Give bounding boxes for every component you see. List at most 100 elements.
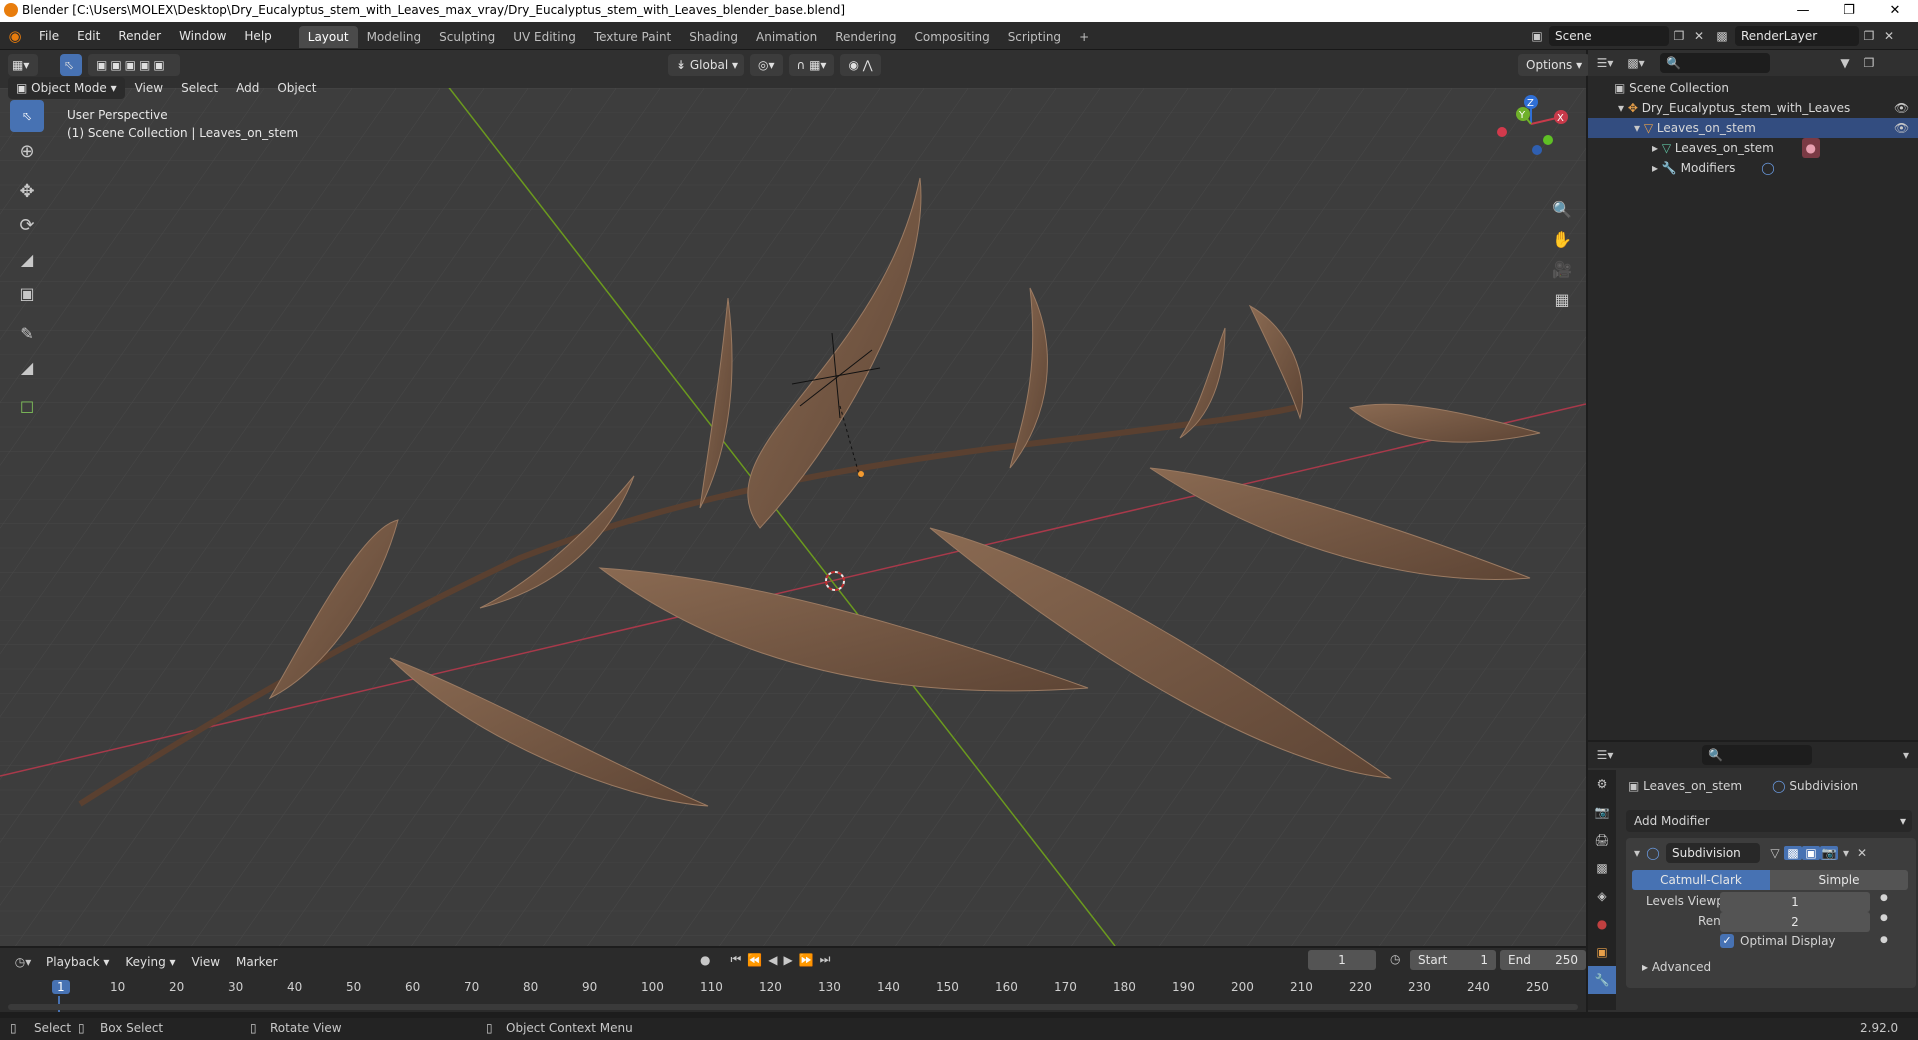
modifier-menu-icon[interactable]: ▾ xyxy=(1838,846,1854,860)
ortho-grid-icon[interactable]: ▦ xyxy=(1548,290,1576,320)
add-modifier-dropdown[interactable]: Add Modifier ▾ xyxy=(1626,810,1912,832)
collapse-chevron-icon[interactable]: ▾ xyxy=(1630,846,1644,860)
current-frame-marker[interactable]: 1 xyxy=(52,980,70,994)
tab-animation[interactable]: Animation xyxy=(747,26,826,48)
render-layer-field[interactable]: RenderLayer xyxy=(1735,26,1859,46)
filter-icon[interactable]: ▼ xyxy=(1832,56,1858,70)
tab-texture-paint[interactable]: Texture Paint xyxy=(585,26,680,48)
modifier-tab-icon[interactable]: 🔧 xyxy=(1588,966,1616,994)
menu-window[interactable]: Window xyxy=(170,22,235,50)
restore-button[interactable]: ❐ xyxy=(1826,0,1872,22)
expand-chevron-icon[interactable]: ▸ xyxy=(1652,158,1658,178)
eye-icon[interactable]: 👁 xyxy=(1894,118,1909,138)
navigation-gizmo[interactable]: Z X Y xyxy=(1486,92,1576,162)
outliner-row-mesh-data[interactable]: ▸ ▽ Leaves_on_stem ● xyxy=(1588,138,1918,158)
proportional-edit-icon[interactable]: ◉ ⋀ xyxy=(840,54,881,76)
minimize-button[interactable]: — xyxy=(1780,0,1826,22)
outliner-row-scene-collection[interactable]: ▣ Scene Collection xyxy=(1588,78,1918,98)
editor-type-icon[interactable]: ▦▾ xyxy=(8,54,38,76)
tool-tab-icon[interactable]: ⚙ xyxy=(1588,770,1616,798)
tab-modeling[interactable]: Modeling xyxy=(358,26,431,48)
expand-chevron-icon[interactable]: ▾ xyxy=(1634,118,1640,138)
tab-scripting[interactable]: Scripting xyxy=(999,26,1070,48)
menu-help[interactable]: Help xyxy=(235,22,280,50)
measure-tool-icon[interactable]: ◢ xyxy=(10,352,44,384)
keyframe-dot-icon[interactable]: ● xyxy=(1880,913,1888,923)
properties-menu-icon[interactable]: ▾ xyxy=(1896,748,1916,762)
selection-mode-icons[interactable]: ▣▣▣▣▣ xyxy=(88,54,180,76)
new-scene-icon[interactable]: ❐ xyxy=(1669,29,1689,43)
timeline-ruler[interactable]: 1 10 20 30 40 50 60 70 80 90 100 110 120 130 140 150 160… xyxy=(0,948,1586,1012)
scale-tool-icon[interactable]: ◢ xyxy=(10,244,44,276)
camera-view-icon[interactable]: 🎥 xyxy=(1548,260,1576,290)
add-cube-tool-icon[interactable]: ☐ xyxy=(10,392,44,424)
select-tool-icon[interactable]: ⬁ xyxy=(60,54,82,76)
new-collection-icon[interactable]: ❐ xyxy=(1858,56,1880,70)
outliner-row-eucalyptus[interactable]: ▾ ✥ Dry_Eucalyptus_stem_with_Leaves 👁 xyxy=(1588,98,1918,118)
move-tool-icon[interactable]: ✥ xyxy=(10,176,44,208)
tab-layout[interactable]: Layout xyxy=(298,26,358,48)
tab-rendering[interactable]: Rendering xyxy=(826,26,905,48)
advanced-section[interactable]: ▸ Advanced xyxy=(1642,960,1711,974)
modifier-name-field[interactable]: Subdivision xyxy=(1666,843,1760,863)
pan-hand-icon[interactable]: ✋ xyxy=(1548,230,1576,260)
timeline-scrollbar[interactable] xyxy=(8,1004,1578,1010)
delete-layer-icon[interactable]: ✕ xyxy=(1879,29,1899,43)
expand-chevron-icon[interactable]: ▾ xyxy=(1618,98,1624,118)
menu-object[interactable]: Object xyxy=(269,77,324,99)
delete-scene-icon[interactable]: ✕ xyxy=(1689,29,1709,43)
tab-sculpting[interactable]: Sculpting xyxy=(430,26,504,48)
edit-mode-icon[interactable]: ▽ xyxy=(1766,846,1784,860)
levels-viewport-field[interactable]: 1 xyxy=(1720,892,1870,912)
menu-render[interactable]: Render xyxy=(109,22,170,50)
pivot-icon[interactable]: ◎▾ xyxy=(750,54,783,76)
keyframe-dot-icon[interactable]: ● xyxy=(1880,893,1888,903)
new-layer-icon[interactable]: ❐ xyxy=(1859,29,1879,43)
3d-viewport[interactable]: User Perspective (1) Scene Collection | … xyxy=(0,88,1586,946)
menu-edit[interactable]: Edit xyxy=(68,22,109,50)
object-mode-dropdown[interactable]: ▣ Object Mode ▾ xyxy=(8,77,125,99)
render-tab-icon[interactable]: 📷 xyxy=(1588,798,1616,826)
zoom-icon[interactable]: 🔍 xyxy=(1548,200,1576,230)
rotate-tool-icon[interactable]: ⟳ xyxy=(10,210,44,242)
world-tab-icon[interactable]: ● xyxy=(1588,910,1616,938)
display-mode-icon[interactable]: ▩▾ xyxy=(1622,56,1650,70)
snap-icon[interactable]: ∩ ▦▾ xyxy=(788,54,835,76)
scene-tab-icon[interactable]: ◈ xyxy=(1588,882,1616,910)
close-button[interactable]: ✕ xyxy=(1872,0,1918,22)
outliner-search-input[interactable]: 🔍 xyxy=(1660,53,1770,73)
menu-view[interactable]: View xyxy=(127,77,171,99)
keyframe-dot-icon[interactable]: ● xyxy=(1880,935,1888,945)
tab-uv-editing[interactable]: UV Editing xyxy=(504,26,585,48)
properties-editor-icon[interactable]: ☰▾ xyxy=(1588,748,1622,762)
cursor-tool-icon[interactable]: ⊕ xyxy=(10,136,44,168)
menu-add[interactable]: Add xyxy=(228,77,267,99)
simple-button[interactable]: Simple xyxy=(1770,870,1908,890)
tab-shading[interactable]: Shading xyxy=(680,26,747,48)
cage-icon[interactable]: ▩ xyxy=(1784,846,1802,860)
transform-tool-icon[interactable]: ▣ xyxy=(10,278,44,310)
remove-modifier-icon[interactable]: ✕ xyxy=(1854,846,1870,860)
render-levels-field[interactable]: 2 xyxy=(1720,912,1870,932)
output-tab-icon[interactable]: 🖨 xyxy=(1588,826,1616,854)
annotate-tool-icon[interactable]: ✎ xyxy=(10,318,44,350)
expand-chevron-icon[interactable]: ▸ xyxy=(1652,138,1658,158)
outliner-row-modifiers[interactable]: ▸ 🔧 Modifiers ◯ xyxy=(1588,158,1918,178)
menu-file[interactable]: File xyxy=(30,22,68,50)
render-display-icon[interactable]: 📷 xyxy=(1820,846,1838,860)
optimal-display-checkbox[interactable]: ✓ xyxy=(1720,934,1734,948)
options-dropdown[interactable]: Options ▾ xyxy=(1518,54,1591,76)
outliner-editor-icon[interactable]: ☰▾ xyxy=(1588,56,1622,70)
add-workspace-button[interactable]: + xyxy=(1070,26,1098,48)
orientation-dropdown[interactable]: ↡ Global ▾ xyxy=(668,54,744,76)
tab-compositing[interactable]: Compositing xyxy=(905,26,998,48)
render-layer-icon[interactable]: ▩ xyxy=(1709,29,1735,43)
catmull-clark-button[interactable]: Catmull-Clark xyxy=(1632,870,1770,890)
blender-menu-icon[interactable]: ◉ xyxy=(0,27,30,45)
object-tab-icon[interactable]: ▣ xyxy=(1588,938,1616,966)
select-box-tool-icon[interactable]: ⬁ xyxy=(10,100,44,132)
properties-search-input[interactable]: 🔍 xyxy=(1702,745,1812,765)
outliner-row-leaves-on-stem[interactable]: ▾ ▽ Leaves_on_stem 👁 xyxy=(1588,118,1918,138)
scene-icon[interactable]: ▣ xyxy=(1525,29,1549,43)
viewport-display-icon[interactable]: ▣ xyxy=(1802,846,1820,860)
